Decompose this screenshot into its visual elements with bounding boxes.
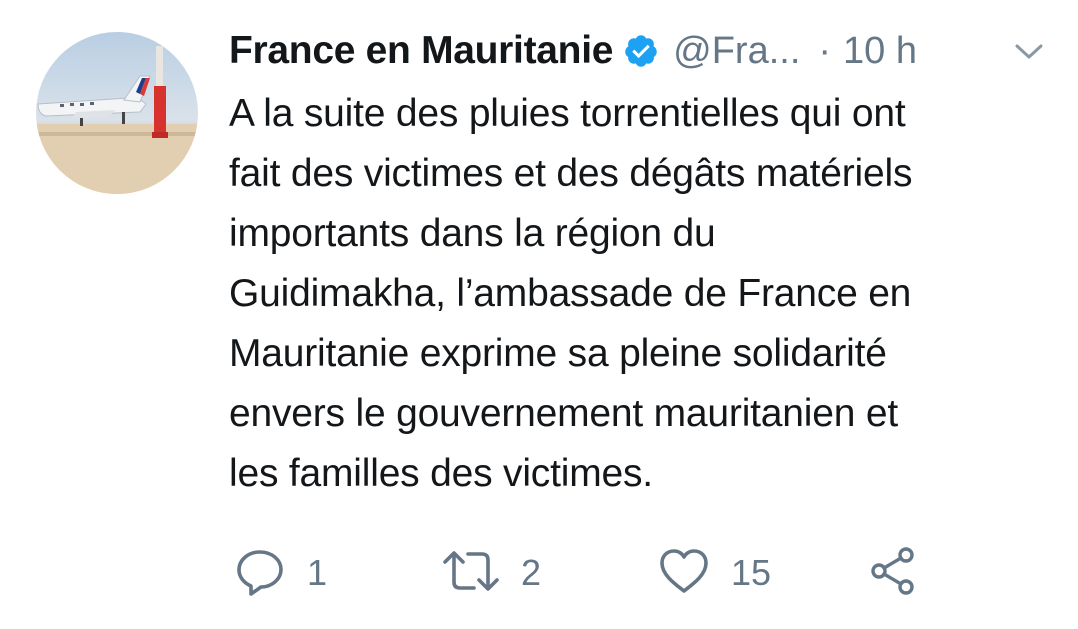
reply-count: 1 bbox=[307, 552, 328, 593]
reply-button[interactable]: 1 bbox=[233, 545, 327, 601]
share-icon bbox=[867, 544, 921, 603]
verified-badge-icon bbox=[623, 33, 659, 69]
tweet-actions: 1 2 15 bbox=[229, 545, 989, 601]
avatar[interactable] bbox=[36, 32, 198, 194]
retweet-count: 2 bbox=[521, 552, 542, 593]
tweet-timestamp[interactable]: 10 h bbox=[843, 30, 917, 73]
retweet-icon bbox=[441, 544, 501, 603]
share-button[interactable] bbox=[867, 545, 921, 601]
tweet-text: A la suite des pluies torrentielles qui … bbox=[229, 92, 913, 495]
like-button[interactable]: 15 bbox=[657, 545, 771, 601]
chevron-down-icon[interactable] bbox=[1012, 40, 1046, 64]
header-separator: · bbox=[818, 29, 832, 72]
display-name[interactable]: France en Mauritanie bbox=[229, 29, 613, 73]
user-handle[interactable]: @Fra... bbox=[673, 30, 800, 73]
like-count: 15 bbox=[731, 552, 772, 593]
reply-icon bbox=[233, 544, 287, 603]
tweet-header: France en Mauritanie @Fra... · 10 h bbox=[229, 26, 1069, 76]
avatar-image bbox=[36, 32, 198, 194]
tweet-card[interactable]: France en Mauritanie @Fra... · 10 h A la… bbox=[0, 0, 1078, 629]
heart-icon bbox=[657, 544, 711, 603]
retweet-button[interactable]: 2 bbox=[441, 545, 541, 601]
